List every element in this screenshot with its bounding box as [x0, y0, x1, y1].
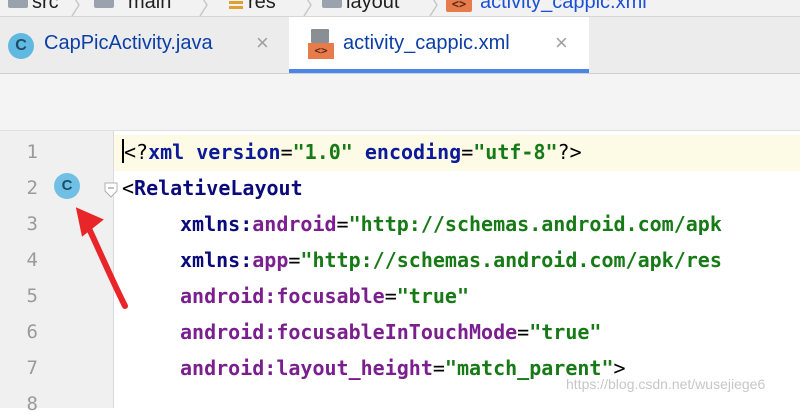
editor-toolbar-area [0, 74, 800, 131]
code-token: "http://schemas.android.com/apk [348, 212, 722, 236]
java-class-icon: C [8, 33, 34, 59]
code-token: = [432, 356, 445, 380]
editor-tab-bar: C CapPicActivity.java × <> activity_capp… [0, 17, 800, 74]
line-number: 8 [26, 393, 38, 415]
line-number: 1 [26, 141, 38, 163]
chevron-separator-icon [429, 0, 438, 16]
code-token: = [336, 212, 349, 236]
fold-icon[interactable] [104, 182, 118, 198]
breadcrumb: src main res layout <> activity_cappic.x… [0, 0, 800, 17]
code-line-6[interactable]: android:focusableInTouchMode="true" [180, 314, 601, 350]
code-line-2[interactable]: <RelativeLayout [122, 170, 303, 206]
line-number: 3 [26, 213, 38, 235]
code-token: android [252, 212, 337, 236]
xml-file-icon: <> [446, 0, 472, 12]
code-token: "1.0" [292, 140, 353, 164]
code-token: android: [180, 284, 277, 308]
code-token: < [122, 176, 135, 200]
tab-activity-cappic-xml[interactable]: <> activity_cappic.xml × [289, 17, 589, 73]
chevron-separator-icon [199, 0, 208, 16]
code-token: = [384, 284, 397, 308]
breadcrumb-item-layout[interactable]: layout [346, 0, 399, 14]
chevron-separator-icon [303, 0, 312, 16]
code-token: focusable [276, 284, 385, 308]
code-line-1[interactable]: <?xml version="1.0" encoding="utf-8"?> [122, 134, 582, 170]
code-token: xml [148, 140, 185, 164]
resource-folder-icon [229, 1, 243, 9]
breadcrumb-item-res[interactable]: res [248, 0, 276, 14]
breadcrumb-item-file[interactable]: activity_cappic.xml [480, 0, 647, 14]
code-token: = [288, 248, 301, 272]
code-token: <? [124, 140, 149, 164]
code-token: = [461, 140, 474, 164]
code-token: app [252, 248, 289, 272]
line-number: 2 [26, 177, 38, 199]
breadcrumb-item-src[interactable]: src [32, 0, 59, 14]
close-tab-icon[interactable]: × [256, 30, 269, 56]
folder-icon [322, 0, 342, 8]
tab-label: activity_cappic.xml [343, 32, 510, 54]
code-token: "http://schemas.android.com/apk/res [300, 248, 722, 272]
code-token: xmlns: [180, 248, 253, 272]
tab-cappicactivity-java[interactable]: C CapPicActivity.java × [0, 17, 288, 73]
code-line-7[interactable]: android:layout_height="match_parent"> [180, 350, 626, 386]
line-number: 4 [26, 249, 38, 271]
xml-file-icon: <> [308, 29, 334, 59]
code-token: "true" [396, 284, 469, 308]
code-token: android: [180, 320, 277, 344]
code-token: RelativeLayout [134, 176, 303, 200]
code-token: layout_height [276, 356, 433, 380]
code-token: encoding [364, 140, 462, 164]
code-token: "utf-8" [473, 140, 558, 164]
code-token: = [280, 140, 293, 164]
code-token: = [517, 320, 530, 344]
code-line-5[interactable]: android:focusable="true" [180, 278, 469, 314]
tab-label: CapPicActivity.java [44, 32, 213, 54]
close-tab-icon[interactable]: × [555, 30, 568, 56]
watermark: https://blog.csdn.net/wusejiege6 [566, 376, 766, 392]
line-number: 5 [26, 285, 38, 307]
code-token: xmlns: [180, 212, 253, 236]
code-token: android: [180, 356, 277, 380]
code-line-4[interactable]: xmlns:app="http://schemas.android.com/ap… [180, 242, 722, 278]
line-number: 7 [26, 357, 38, 379]
code-editor[interactable]: 1 2 3 4 5 6 7 8 C <?xml version="1.0" en… [0, 131, 800, 415]
code-token: "true" [529, 320, 602, 344]
xml-badge: <> [308, 43, 334, 59]
code-token: ?> [557, 140, 582, 164]
code-token: version [196, 140, 281, 164]
code-line-3[interactable]: xmlns:android="http://schemas.android.co… [180, 206, 722, 242]
code-token: focusableInTouchMode [276, 320, 518, 344]
folder-icon [94, 0, 114, 8]
breadcrumb-item-main[interactable]: main [128, 0, 171, 14]
folder-icon [8, 0, 28, 8]
chevron-separator-icon [71, 0, 80, 16]
related-class-gutter-icon[interactable]: C [54, 173, 80, 199]
line-number: 6 [26, 321, 38, 343]
